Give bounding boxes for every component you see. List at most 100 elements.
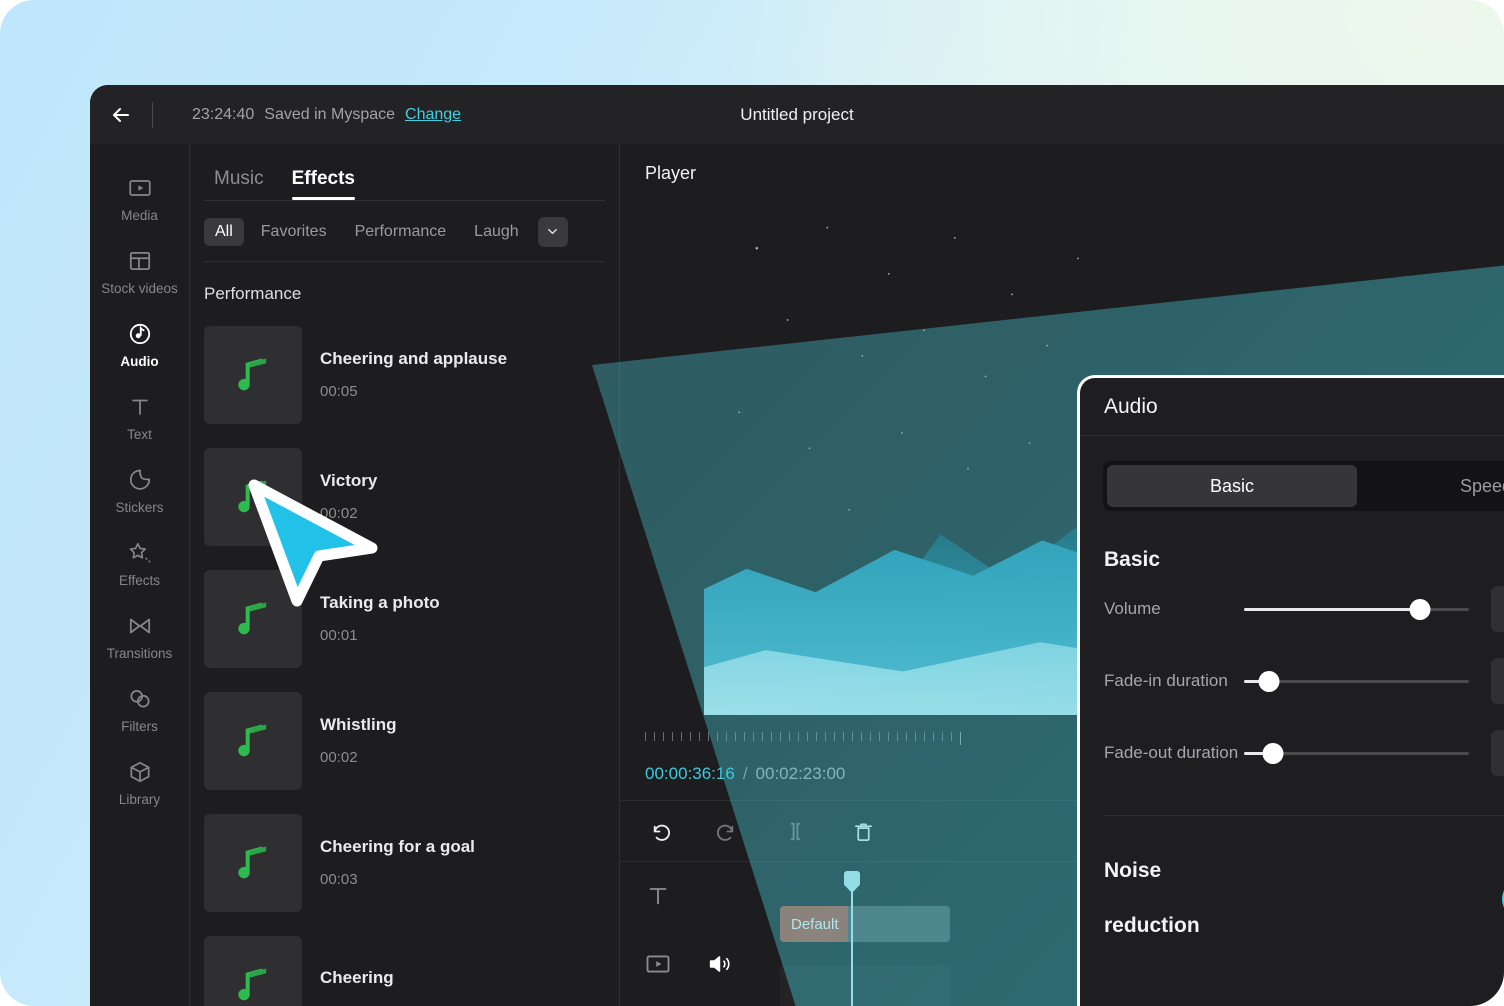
ruler-tick (654, 732, 663, 741)
fade-in-label: Fade-in duration (1104, 670, 1228, 690)
ruler-tick (870, 732, 879, 741)
ruler-tick (681, 732, 690, 741)
effect-thumbnail (204, 691, 302, 790)
chip-laugh[interactable]: Laugh (463, 218, 530, 246)
ruler-tick (744, 732, 753, 741)
undo-icon (653, 824, 670, 841)
redo-icon (716, 824, 733, 841)
sidebar-item-transitions[interactable]: Transitions (90, 600, 189, 673)
list-item[interactable]: Cheering for a goal 00:03 (204, 802, 605, 924)
segment-basic[interactable]: Basic (1107, 465, 1357, 507)
ruler-tick (699, 732, 708, 741)
sidebar-item-stock-videos[interactable]: Stock videos (90, 235, 189, 308)
slider-knob[interactable] (1258, 671, 1280, 692)
slider-knob[interactable] (1409, 599, 1430, 620)
total-time: 00:02:23:00 (755, 764, 846, 783)
playhead[interactable] (844, 871, 860, 1006)
effect-name: Cheering for a goal (320, 837, 475, 857)
sidebar-item-library[interactable]: Library (90, 746, 189, 819)
ruler-tick (753, 732, 762, 741)
sidebar-item-effects[interactable]: Effects (90, 527, 189, 600)
music-note-icon (238, 968, 267, 1000)
segment-speed[interactable]: Speed (1361, 465, 1504, 507)
category-chips: All Favorites Performance Laugh (190, 201, 619, 261)
effect-duration: 00:02 (320, 505, 358, 523)
effect-duration: 00:05 (320, 383, 358, 401)
effect-duration: 00:01 (320, 627, 358, 645)
effects-icon (129, 542, 150, 563)
ruler-tick (726, 732, 735, 741)
list-item[interactable]: Cheering (204, 924, 605, 1006)
fade-in-control-row: Fade-in duration 1.2 s (1080, 645, 1504, 717)
ruler-tick-major (960, 732, 969, 745)
clip-badge: Default (780, 906, 848, 942)
noise-reduction-label: Noise reduction (1104, 844, 1234, 953)
ruler-tick (645, 732, 654, 741)
ruler-tick (906, 732, 915, 741)
effect-duration: 00:03 (320, 871, 358, 889)
chips-expand-button[interactable] (537, 216, 568, 247)
list-item[interactable]: Taking a photo 00:01 (204, 558, 605, 680)
tab-music[interactable]: Music (214, 168, 264, 200)
sidebar-item-label: Stock videos (101, 280, 178, 296)
saved-time: 23:24:40 (192, 105, 255, 123)
music-note-icon (238, 358, 267, 390)
time-separator: / (742, 764, 748, 783)
sidebar-item-stickers[interactable]: Stickers (90, 454, 189, 527)
list-item[interactable]: Victory 00:02 (204, 436, 605, 558)
fade-out-value[interactable]: 1.5 s (1491, 730, 1504, 776)
chip-all[interactable]: All (204, 217, 244, 246)
ruler-tick (834, 732, 843, 741)
video-track-icon (646, 955, 670, 973)
effect-meta: Cheering (320, 968, 394, 1002)
split-button[interactable] (774, 810, 816, 852)
sidebar-item-label: Library (118, 791, 161, 807)
redo-button[interactable] (706, 810, 748, 852)
effect-name: Victory (320, 471, 378, 491)
music-note-icon (238, 602, 267, 634)
tab-effects[interactable]: Effects (291, 168, 356, 200)
effect-duration: 00:02 (320, 749, 358, 767)
sidebar-item-audio[interactable]: Audio (90, 308, 189, 381)
ruler-tick (816, 732, 825, 741)
sidebar-item-label: Effects (118, 572, 161, 588)
chip-favorites[interactable]: Favorites (250, 218, 338, 246)
text-track-icon (649, 888, 667, 905)
audio-panel-title: Audio (1080, 378, 1504, 436)
change-location-link[interactable]: Change (405, 106, 461, 124)
back-button[interactable] (90, 85, 152, 144)
sidebar-item-label: Stickers (115, 499, 164, 515)
list-item[interactable]: Whistling 00:02 (204, 680, 605, 802)
transitions-icon (129, 618, 150, 633)
sidebar-item-label: Audio (120, 353, 159, 369)
effect-meta: Taking a photo 00:01 (320, 593, 440, 644)
top-bar: 23:24:40 Saved in Myspace Change Untitle… (90, 85, 1504, 144)
save-status: 23:24:40 Saved in Myspace Change (192, 106, 461, 124)
volume-slider[interactable] (1244, 597, 1469, 621)
fade-in-value[interactable]: 1.2 s (1491, 658, 1504, 704)
ruler-tick (807, 732, 816, 741)
sidebar-item-filters[interactable]: Filters (90, 673, 189, 746)
slider-fill (1244, 608, 1420, 611)
delete-button[interactable] (842, 810, 884, 852)
timeline-clip-video[interactable] (780, 965, 950, 1006)
ruler-tick (780, 732, 789, 741)
chip-performance[interactable]: Performance (344, 218, 458, 246)
list-item[interactable]: Cheering and applause 00:05 (204, 314, 605, 436)
effects-list: Cheering and applause 00:05 Victory 00:0… (190, 314, 619, 1006)
sidebar-item-media[interactable]: Media (90, 162, 189, 235)
fade-in-slider[interactable] (1244, 669, 1469, 693)
volume-value[interactable]: 1.8dB (1491, 586, 1504, 632)
panel-tabs: Music Effects (190, 144, 619, 200)
basic-section-header: Basic (1080, 511, 1504, 573)
fade-out-slider[interactable] (1244, 741, 1469, 765)
chevron-down-icon (548, 229, 558, 235)
slider-knob[interactable] (1262, 743, 1284, 764)
effect-name: Taking a photo (320, 593, 440, 613)
undo-button[interactable] (638, 810, 680, 852)
ruler-tick (663, 732, 672, 741)
timeline-clip-text[interactable]: Default (780, 906, 950, 942)
ruler-tick (825, 732, 834, 741)
sidebar-item-text[interactable]: Text (90, 381, 189, 454)
audio-settings-panel: Audio Basic Speed Basic Volume 1.8dB Fad… (1077, 375, 1504, 1006)
